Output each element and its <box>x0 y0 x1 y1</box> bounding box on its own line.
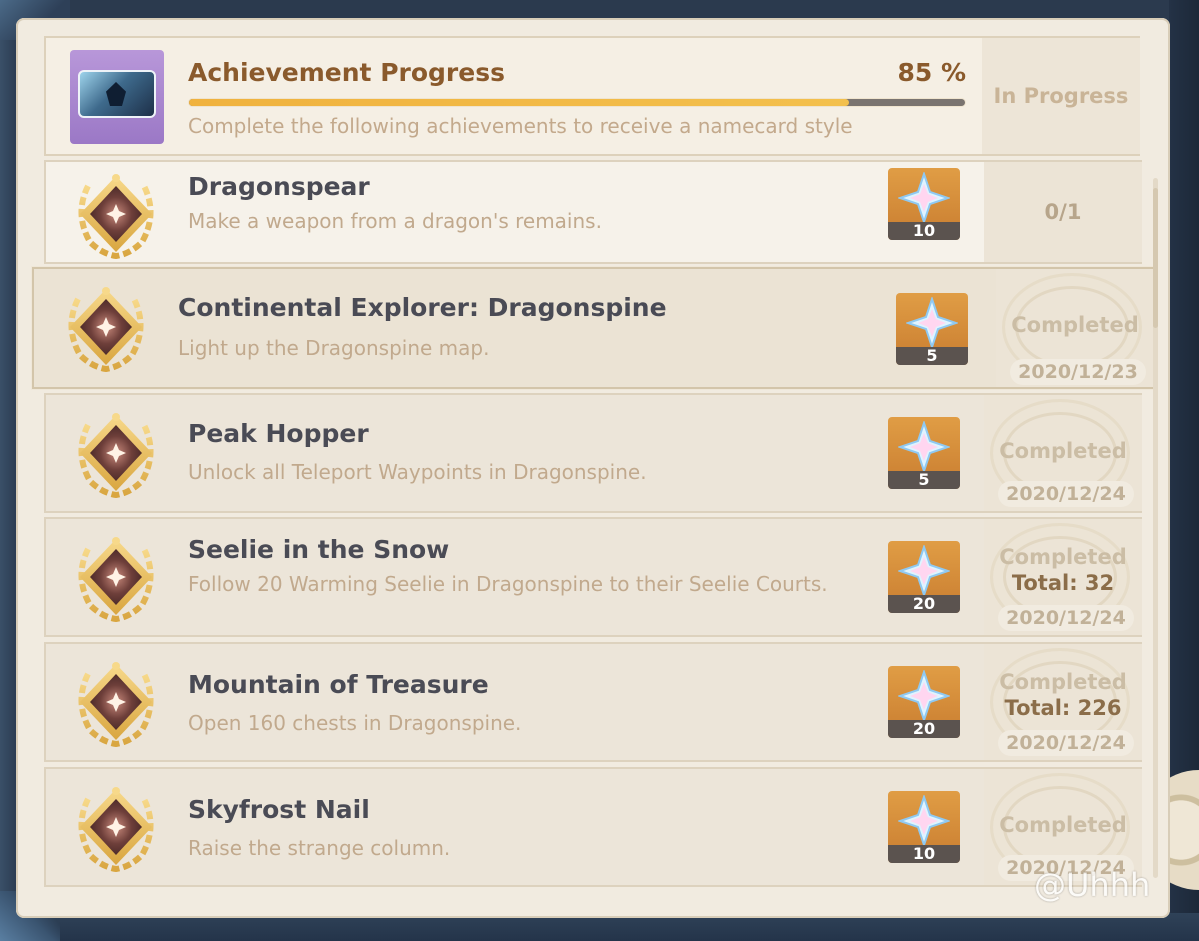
header-title: Achievement Progress <box>188 58 505 87</box>
achievement-badge-icon <box>68 166 164 262</box>
achievement-row[interactable]: Peak Hopper Unlock all Teleport Waypoint… <box>44 393 1142 513</box>
reward-count: 10 <box>888 845 960 863</box>
achievement-row[interactable]: Seelie in the Snow Follow 20 Warming See… <box>44 517 1142 637</box>
achievement-description: Raise the strange column. <box>188 836 451 860</box>
achievement-title: Mountain of Treasure <box>188 670 489 699</box>
achievement-description: Make a weapon from a dragon's remains. <box>188 209 602 233</box>
achievement-title: Skyfrost Nail <box>188 795 370 824</box>
achievement-status-panel: Completed 2020/12/24 <box>984 395 1142 511</box>
reward-count: 5 <box>896 347 968 365</box>
achievement-total: Total: 226 <box>1004 696 1122 720</box>
achievement-badge-icon <box>68 529 164 625</box>
achievement-description: Follow 20 Warming Seelie in Dragonspine … <box>188 572 828 596</box>
scrollbar[interactable] <box>1153 178 1158 878</box>
achievement-status-panel: Completed Total: 226 2020/12/24 <box>984 644 1142 760</box>
reward-item[interactable]: 20 <box>888 541 960 613</box>
primogem-icon <box>898 421 950 473</box>
achievement-panel: Achievement Progress 85 % Complete the f… <box>16 18 1170 918</box>
progress-percent: 85 % <box>897 58 966 87</box>
reward-item[interactable]: 10 <box>888 168 960 240</box>
completion-date: 2020/12/23 <box>1010 359 1146 385</box>
primogem-icon <box>898 172 950 224</box>
completion-date: 2020/12/24 <box>998 481 1134 507</box>
achievement-total: Total: 32 <box>1011 571 1115 595</box>
progress-bar-fill <box>189 99 849 106</box>
scrollbar-thumb[interactable] <box>1153 188 1158 328</box>
achievement-description: Open 160 chests in Dragonspine. <box>188 711 522 735</box>
reward-count: 20 <box>888 595 960 613</box>
primogem-icon <box>898 670 950 722</box>
reward-item[interactable]: 10 <box>888 791 960 863</box>
primogem-icon <box>906 297 958 349</box>
achievement-badge-icon <box>58 279 154 375</box>
progress-bar <box>188 98 966 107</box>
header-description: Complete the following achievements to r… <box>188 114 853 138</box>
achievement-status: Completed <box>999 813 1127 837</box>
achievement-title: Continental Explorer: Dragonspine <box>178 293 667 322</box>
achievement-status: Completed <box>1011 313 1139 337</box>
achievement-badge-icon <box>68 405 164 501</box>
achievement-status-panel: Completed Total: 32 2020/12/24 <box>984 519 1142 635</box>
achievement-status: Completed <box>999 670 1127 694</box>
achievement-description: Unlock all Teleport Waypoints in Dragons… <box>188 460 647 484</box>
reward-count: 20 <box>888 720 960 738</box>
achievement-title: Dragonspear <box>188 172 370 201</box>
achievement-description: Light up the Dragonspine map. <box>178 336 490 360</box>
watermark-text: @Uhhh <box>1034 866 1151 904</box>
achievement-status: 0/1 <box>984 162 1142 262</box>
reward-item[interactable]: 5 <box>888 417 960 489</box>
achievement-title: Peak Hopper <box>188 419 369 448</box>
achievement-row[interactable]: Mountain of Treasure Open 160 chests in … <box>44 642 1142 762</box>
reward-count: 10 <box>888 222 960 240</box>
reward-count: 5 <box>888 471 960 489</box>
header-status: In Progress <box>982 38 1140 154</box>
primogem-icon <box>898 795 950 847</box>
primogem-icon <box>898 545 950 597</box>
completion-date: 2020/12/24 <box>998 605 1134 631</box>
achievement-row[interactable]: Dragonspear Make a weapon from a dragon'… <box>44 160 1142 264</box>
achievement-status: Completed <box>999 439 1127 463</box>
achievement-status: Completed <box>999 545 1127 569</box>
reward-item[interactable]: 5 <box>896 293 968 365</box>
achievement-row[interactable]: Skyfrost Nail Raise the strange column. … <box>44 767 1142 887</box>
achievement-badge-icon <box>68 779 164 875</box>
achievement-progress-header: Achievement Progress 85 % Complete the f… <box>44 36 1140 156</box>
achievement-status-panel: Completed 2020/12/23 <box>996 269 1154 387</box>
achievement-badge-icon <box>68 654 164 750</box>
reward-item[interactable]: 20 <box>888 666 960 738</box>
achievement-title: Seelie in the Snow <box>188 535 450 564</box>
achievement-row[interactable]: Continental Explorer: Dragonspine Light … <box>32 267 1154 389</box>
completion-date: 2020/12/24 <box>998 730 1134 756</box>
namecard-icon <box>70 50 164 144</box>
